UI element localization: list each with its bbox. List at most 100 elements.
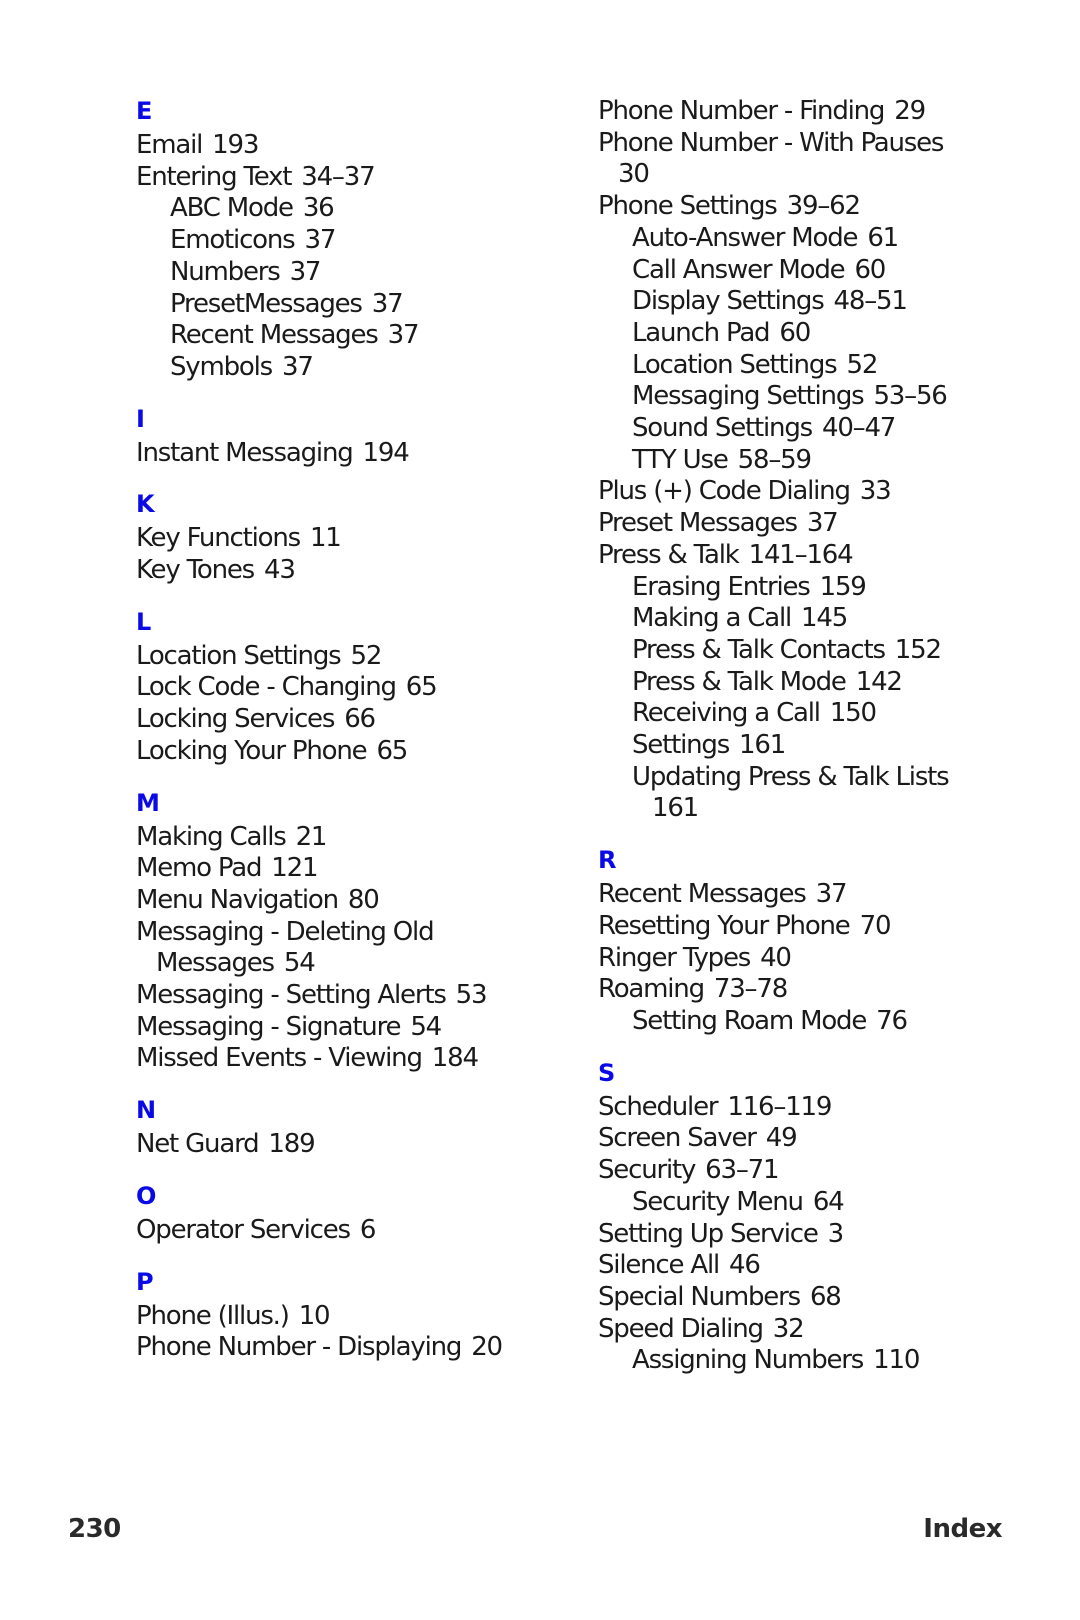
entry-page-ref: 52 bbox=[350, 640, 382, 671]
index-subentry: Messaging Settings 53–56 bbox=[598, 381, 1018, 413]
entry-term: Sound Settings bbox=[632, 413, 813, 444]
entry-page-ref: 54 bbox=[410, 1011, 442, 1042]
entry-page-ref: 30 bbox=[618, 159, 650, 190]
index-entry: Screen Saver 49 bbox=[598, 1123, 1018, 1155]
entry-page-ref: 37 bbox=[387, 320, 420, 351]
index-subentry: Setting Roam Mode 76 bbox=[598, 1006, 1018, 1038]
entry-page-ref: 189 bbox=[268, 1129, 315, 1160]
entry-term: Location Settings bbox=[632, 349, 838, 380]
index-entry: Phone Number - With Pauses 30 bbox=[598, 128, 1018, 191]
entry-term: Special Numbers bbox=[598, 1281, 801, 1312]
entry-term: Lock Code - Changing bbox=[136, 672, 397, 703]
index-entry: Phone Number - Displaying 20 bbox=[136, 1332, 566, 1364]
entry-page-ref: 80 bbox=[347, 884, 380, 915]
entry-page-ref: 6 bbox=[359, 1214, 377, 1245]
entry-page-ref: 21 bbox=[295, 821, 328, 852]
entry-page-ref: 53 bbox=[455, 980, 488, 1011]
entry-term-continued: Messages bbox=[156, 948, 275, 979]
entry-term: Messaging - Setting Alerts bbox=[136, 980, 447, 1011]
index-section-o: O Operator Services 6 bbox=[136, 1181, 566, 1247]
index-entry: Phone (Illus.) 10 bbox=[136, 1301, 566, 1333]
index-entry: Menu Navigation 80 bbox=[136, 885, 566, 917]
index-subentry: Press & Talk Mode 142 bbox=[598, 667, 1018, 699]
index-subentry: Receiving a Call 150 bbox=[598, 698, 1018, 730]
entry-page-ref: 152 bbox=[894, 634, 942, 665]
index-subentry: Display Settings 48–51 bbox=[598, 286, 1018, 318]
entry-page-ref: 161 bbox=[739, 730, 786, 761]
entry-term: Net Guard bbox=[136, 1129, 260, 1160]
entry-page-ref: 65 bbox=[405, 672, 438, 703]
section-title: Index bbox=[923, 1514, 1002, 1544]
index-entry: Resetting Your Phone 70 bbox=[598, 911, 1018, 943]
entry-term: Key Tones bbox=[136, 555, 255, 586]
entry-page-ref: 161 bbox=[652, 793, 699, 824]
index-entry: Key Functions 11 bbox=[136, 523, 566, 555]
entry-page-ref: 194 bbox=[362, 437, 410, 468]
index-subentry: Sound Settings 40–47 bbox=[598, 413, 1018, 445]
entry-term: Messaging Settings bbox=[632, 381, 865, 412]
entry-term: Security Menu bbox=[632, 1186, 804, 1217]
entry-page-ref: 49 bbox=[765, 1123, 798, 1154]
entry-term: Menu Navigation bbox=[136, 884, 339, 915]
entry-term: Phone (Illus.) bbox=[136, 1300, 290, 1331]
index-entry: Locking Your Phone 65 bbox=[136, 736, 566, 768]
index-subentry: Settings 161 bbox=[598, 730, 1018, 762]
entry-term: Preset Messages bbox=[598, 508, 798, 539]
entry-term: Phone Settings bbox=[598, 191, 778, 222]
index-entry: Making Calls 21 bbox=[136, 822, 566, 854]
entry-page-ref: 66 bbox=[344, 704, 376, 735]
entry-term: Locking Your Phone bbox=[136, 735, 368, 766]
index-entry: Location Settings 52 bbox=[136, 641, 566, 673]
entry-term: Missed Events - Viewing bbox=[136, 1043, 423, 1074]
entry-page-ref: 53–56 bbox=[873, 381, 947, 412]
index-subentry: Recent Messages 37 bbox=[136, 320, 566, 352]
entry-page-ref: 37 bbox=[282, 351, 314, 382]
entry-term: Settings bbox=[632, 730, 730, 761]
index-entry: Operator Services 6 bbox=[136, 1215, 566, 1247]
index-subentry: TTY Use 58–59 bbox=[598, 445, 1018, 477]
index-section-m: M Making Calls 21 Memo Pad 121 Menu Navigatio… bbox=[136, 788, 566, 1076]
entry-page-ref: 43 bbox=[264, 555, 296, 586]
section-letter: E bbox=[136, 97, 153, 125]
entry-term: Press & Talk Mode bbox=[632, 666, 847, 697]
index-subentry: Security Menu 64 bbox=[598, 1187, 1018, 1219]
section-letter: N bbox=[136, 1096, 157, 1125]
index-section-l: L Location Settings 52 Lock Code - Changing… bbox=[136, 607, 566, 768]
index-subentry: Erasing Entries 159 bbox=[598, 572, 1018, 604]
index-entry: Phone Number - Finding 29 bbox=[598, 96, 1018, 128]
index-section-r: R Recent Messages 37 Resetting Your Phone 70… bbox=[598, 845, 1018, 1038]
section-letter: I bbox=[136, 404, 145, 433]
section-letter: O bbox=[136, 1181, 157, 1210]
entry-term: Roaming bbox=[598, 974, 705, 1005]
entry-term: Assigning Numbers bbox=[632, 1345, 864, 1376]
entry-page-ref: 37 bbox=[806, 508, 839, 539]
entry-page-ref: 61 bbox=[867, 222, 899, 253]
entry-term: PresetMessages bbox=[170, 288, 363, 319]
index-entry: Entering Text 34–37 bbox=[136, 162, 566, 194]
index-subentry: Assigning Numbers 110 bbox=[598, 1345, 1018, 1377]
index-section-p: P Phone (Illus.) 10 Phone Number - Displayi… bbox=[136, 1267, 566, 1364]
entry-page-ref: 20 bbox=[471, 1332, 503, 1363]
entry-term: Location Settings bbox=[136, 640, 342, 671]
index-subentry: Call Answer Mode 60 bbox=[598, 255, 1018, 287]
entry-term: Emoticons bbox=[170, 225, 296, 256]
index-entry: Roaming 73–78 bbox=[598, 974, 1018, 1006]
entry-page-ref: 63–71 bbox=[705, 1155, 779, 1186]
entry-term: Updating Press & Talk Lists bbox=[632, 761, 950, 792]
entry-term: Scheduler bbox=[598, 1091, 719, 1122]
entry-page-ref: 52 bbox=[846, 349, 878, 380]
entry-page-ref: 37 bbox=[371, 288, 404, 319]
entry-page-ref: 68 bbox=[809, 1281, 842, 1312]
index-entry: Locking Services 66 bbox=[136, 704, 566, 736]
entry-page-ref: 116–119 bbox=[727, 1091, 832, 1122]
entry-page-ref: 64 bbox=[812, 1186, 845, 1217]
entry-term: Launch Pad bbox=[632, 317, 771, 348]
entry-term: Call Answer Mode bbox=[632, 254, 846, 285]
index-entry: Email 193 bbox=[136, 130, 566, 162]
index-entry: Recent Messages 37 bbox=[598, 879, 1018, 911]
entry-term: Memo Pad bbox=[136, 853, 262, 884]
entry-term: Entering Text bbox=[136, 161, 292, 192]
entry-page-ref: 159 bbox=[819, 571, 867, 602]
entry-term: Operator Services bbox=[136, 1214, 351, 1245]
index-entry: Lock Code - Changing 65 bbox=[136, 672, 566, 704]
